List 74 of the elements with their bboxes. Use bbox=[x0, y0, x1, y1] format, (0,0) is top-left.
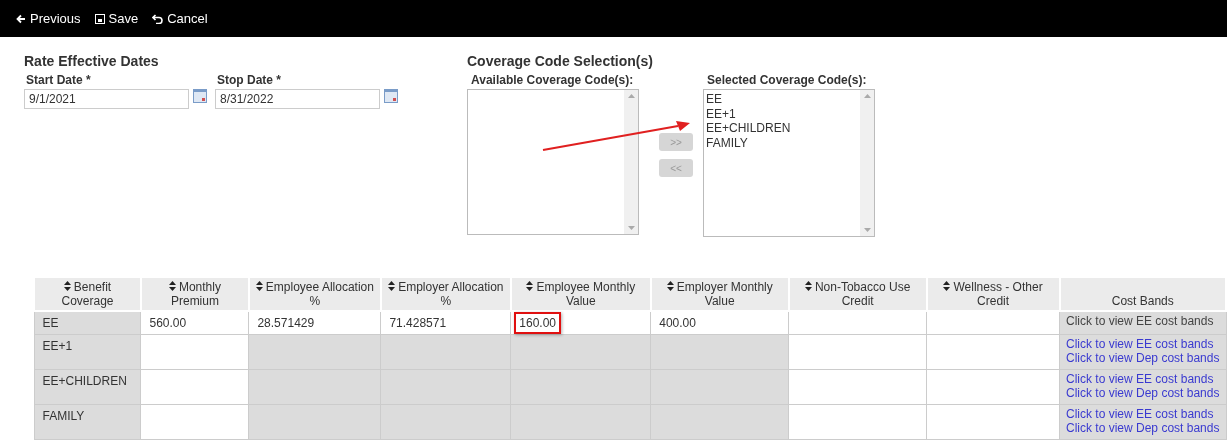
table-cell[interactable]: 560.00 bbox=[141, 311, 249, 335]
list-option[interactable]: EE+1 bbox=[706, 106, 858, 121]
cancel-button[interactable]: Cancel bbox=[152, 11, 208, 26]
save-icon bbox=[94, 13, 105, 24]
calendar-icon[interactable] bbox=[193, 89, 207, 103]
cell-value: FAMILY bbox=[41, 408, 86, 425]
list-label: Selected Coverage Code(s): bbox=[707, 73, 868, 87]
table-cell[interactable] bbox=[926, 404, 1060, 440]
scroll-down-icon[interactable] bbox=[863, 228, 871, 232]
table-cell[interactable] bbox=[788, 369, 927, 405]
cost-bands-link[interactable]: Click to view Dep cost bands bbox=[1066, 421, 1220, 435]
table-cell[interactable] bbox=[788, 334, 927, 370]
calendar-icon[interactable] bbox=[384, 89, 398, 103]
cost-bands-link[interactable]: Click to view EE cost bands bbox=[1066, 372, 1220, 386]
table-cell[interactable] bbox=[788, 404, 927, 440]
scroll-up-icon[interactable] bbox=[627, 94, 635, 98]
section-title: Rate Effective Dates bbox=[24, 53, 160, 69]
cell-value: 400.00 bbox=[658, 315, 697, 332]
table-cell[interactable]: 28.571429 bbox=[248, 311, 381, 335]
column-header[interactable]: Monthly Premium bbox=[141, 277, 249, 311]
sort-icon[interactable] bbox=[63, 281, 71, 291]
table-cell[interactable] bbox=[141, 369, 249, 405]
previous-button[interactable]: Previous bbox=[16, 11, 81, 26]
sort-icon[interactable] bbox=[804, 281, 812, 291]
date-field[interactable]: 8/31/2022 bbox=[215, 89, 380, 109]
list-label: Available Coverage Code(s): bbox=[471, 73, 635, 87]
cell-value: EE+CHILDREN bbox=[41, 373, 128, 390]
table-cell[interactable]: 160.00 bbox=[510, 311, 651, 335]
list-option[interactable]: EE+CHILDREN bbox=[706, 121, 858, 136]
cell-value: 560.00 bbox=[148, 315, 188, 332]
table-cell[interactable]: 71.428571 bbox=[380, 311, 511, 335]
highlighted-value: 160.00 bbox=[514, 312, 562, 334]
date-field[interactable]: 9/1/2021 bbox=[24, 89, 189, 109]
selected-list[interactable]: EE EE+1 EE+CHILDREN FAMILY bbox=[703, 89, 875, 237]
cost-bands-link[interactable]: Click to view Dep cost bands bbox=[1066, 386, 1220, 400]
section-title: Coverage Code Selection(s) bbox=[467, 53, 654, 69]
column-header[interactable]: Non-Tobacco Use Credit bbox=[788, 277, 927, 311]
scroll-down-icon[interactable] bbox=[627, 226, 635, 230]
cell-value: 28.571429 bbox=[256, 315, 316, 332]
table-cell[interactable] bbox=[926, 369, 1060, 405]
column-header[interactable]: Employer Allocation % bbox=[380, 277, 511, 311]
table-cell[interactable] bbox=[926, 334, 1060, 370]
list-option[interactable]: EE bbox=[706, 92, 858, 107]
column-header[interactable]: Employer Monthly Value bbox=[650, 277, 789, 311]
available-list[interactable] bbox=[467, 89, 639, 235]
sort-icon[interactable] bbox=[255, 281, 263, 291]
cost-bands-link[interactable]: Click to view EE cost bands bbox=[1066, 337, 1220, 351]
sort-icon[interactable] bbox=[168, 281, 176, 291]
table-cell[interactable] bbox=[926, 311, 1060, 335]
save-button[interactable]: Save bbox=[94, 11, 139, 26]
column-header[interactable]: Wellness - Other Credit bbox=[926, 277, 1060, 311]
column-header[interactable]: Employee Allocation % bbox=[248, 277, 381, 311]
sort-icon[interactable] bbox=[388, 281, 396, 291]
column-header[interactable]: Benefit Coverage bbox=[34, 277, 141, 311]
table-cell[interactable] bbox=[788, 311, 927, 335]
column-header[interactable]: Employee Monthly Value bbox=[510, 277, 651, 311]
undo-icon bbox=[152, 13, 164, 24]
table-cell[interactable] bbox=[141, 404, 249, 440]
cost-bands-link[interactable]: Click to view EE cost bands bbox=[1066, 407, 1220, 421]
arrow-left-icon bbox=[16, 13, 26, 24]
list-option[interactable]: FAMILY bbox=[706, 135, 858, 150]
field-label: Stop Date * bbox=[217, 73, 282, 87]
cell-value: EE+1 bbox=[41, 338, 74, 355]
sort-icon[interactable] bbox=[666, 281, 674, 291]
table-cell[interactable] bbox=[141, 334, 249, 370]
sort-icon[interactable] bbox=[526, 281, 534, 291]
cell-value: EE bbox=[41, 315, 60, 332]
cost-bands-link[interactable]: Click to view Dep cost bands bbox=[1066, 351, 1220, 365]
column-header: Cost Bands bbox=[1059, 277, 1226, 311]
table-cell[interactable]: 400.00 bbox=[650, 311, 789, 335]
scroll-up-icon[interactable] bbox=[863, 94, 871, 98]
field-label: Start Date * bbox=[26, 73, 92, 87]
sort-icon[interactable] bbox=[943, 281, 951, 291]
cell-value: 71.428571 bbox=[388, 315, 448, 332]
